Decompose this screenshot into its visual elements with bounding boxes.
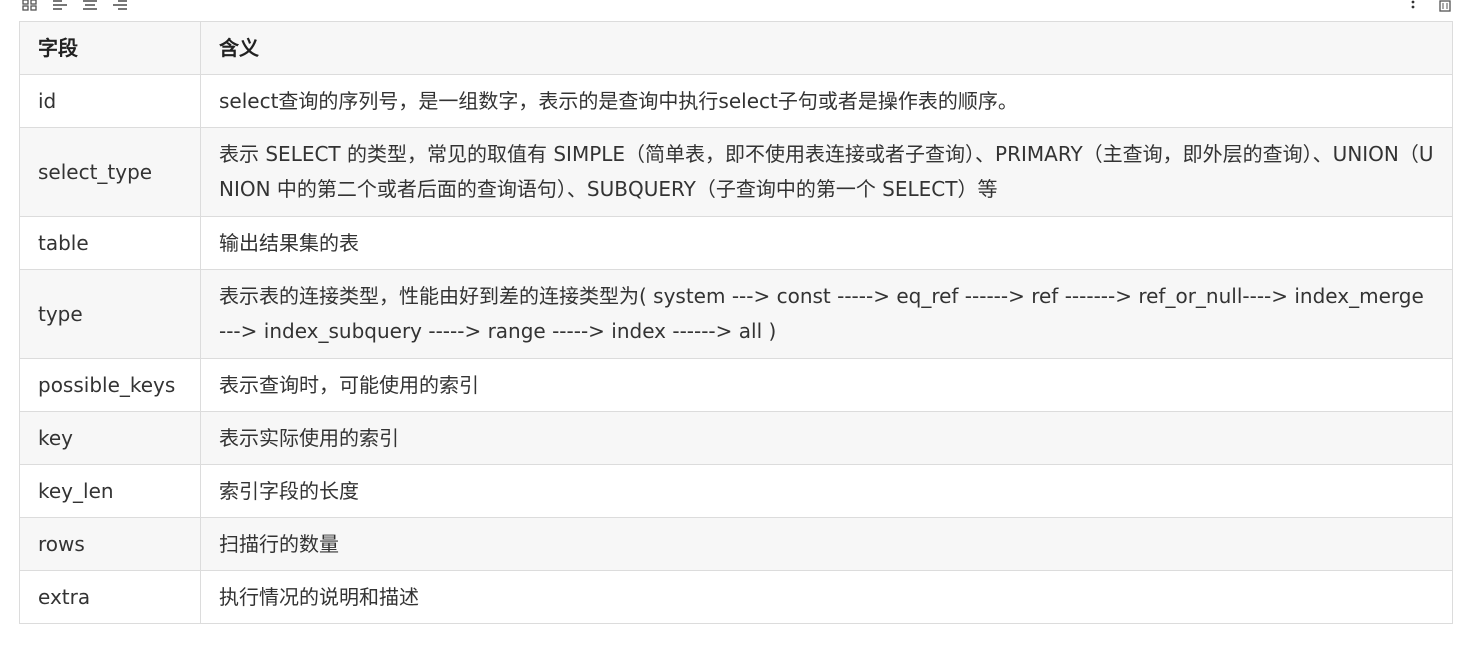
field-cell: key_len <box>19 464 201 518</box>
field-cell: rows <box>19 517 201 571</box>
field-cell: id <box>19 74 201 128</box>
field-cell: possible_keys <box>19 358 201 412</box>
table-row: select_type 表示 SELECT 的类型，常见的取值有 SIMPLE（… <box>19 127 1453 217</box>
header-field: 字段 <box>19 21 201 75</box>
meaning-cell: 扫描行的数量 <box>200 517 1453 571</box>
explain-fields-table: 字段 含义 id select查询的序列号，是一组数字，表示的是查询中执行sel… <box>19 21 1453 624</box>
meaning-cell: 执行情况的说明和描述 <box>200 570 1453 624</box>
meaning-cell: 表示 SELECT 的类型，常见的取值有 SIMPLE（简单表，即不使用表连接或… <box>200 127 1453 217</box>
table-row: type 表示表的连接类型，性能由好到差的连接类型为( system ---> … <box>19 269 1453 359</box>
field-cell: extra <box>19 570 201 624</box>
table-row: key 表示实际使用的索引 <box>19 411 1453 465</box>
explain-fields-table-container: 字段 含义 id select查询的序列号，是一组数字，表示的是查询中执行sel… <box>19 21 1453 624</box>
table-header-row: 字段 含义 <box>19 21 1453 75</box>
delete-icon[interactable] <box>1435 0 1455 14</box>
align-right-icon[interactable] <box>110 0 130 14</box>
field-cell: key <box>19 411 201 465</box>
field-cell: table <box>19 216 201 270</box>
table-row: id select查询的序列号，是一组数字，表示的是查询中执行select子句或… <box>19 74 1453 128</box>
table-row: extra 执行情况的说明和描述 <box>19 570 1453 624</box>
field-cell: select_type <box>19 127 201 217</box>
table-toolbar <box>0 0 1469 16</box>
meaning-cell: 索引字段的长度 <box>200 464 1453 518</box>
table-row: key_len 索引字段的长度 <box>19 464 1453 518</box>
table-row: rows 扫描行的数量 <box>19 517 1453 571</box>
toolbar-left-group <box>20 0 130 14</box>
toolbar-right-group <box>1403 0 1455 14</box>
meaning-cell: select查询的序列号，是一组数字，表示的是查询中执行select子句或者是操… <box>200 74 1453 128</box>
align-center-icon[interactable] <box>80 0 100 14</box>
more-vertical-icon[interactable] <box>1403 0 1423 14</box>
align-left-icon[interactable] <box>50 0 70 14</box>
grid-icon[interactable] <box>20 0 40 14</box>
meaning-cell: 表示实际使用的索引 <box>200 411 1453 465</box>
meaning-cell: 表示表的连接类型，性能由好到差的连接类型为( system ---> const… <box>200 269 1453 359</box>
meaning-cell: 表示查询时，可能使用的索引 <box>200 358 1453 412</box>
table-row: table 输出结果集的表 <box>19 216 1453 270</box>
table-row: possible_keys 表示查询时，可能使用的索引 <box>19 358 1453 412</box>
header-meaning: 含义 <box>200 21 1453 75</box>
field-cell: type <box>19 269 201 359</box>
meaning-cell: 输出结果集的表 <box>200 216 1453 270</box>
